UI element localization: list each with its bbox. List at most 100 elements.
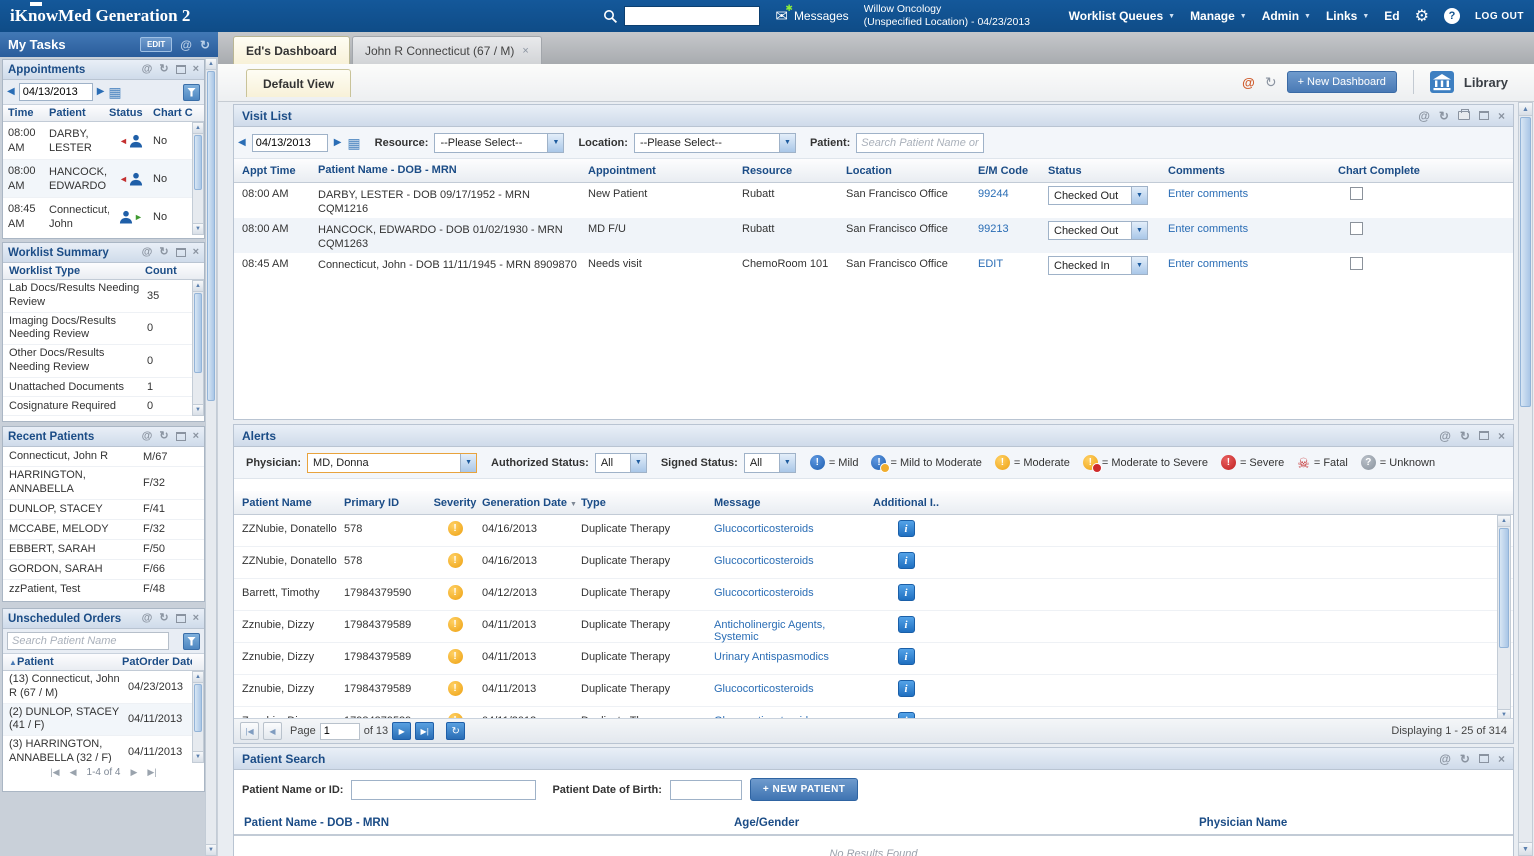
tab-dashboard[interactable]: Ed's Dashboard: [233, 36, 350, 64]
library-label[interactable]: Library: [1464, 75, 1508, 90]
col-message[interactable]: Message: [714, 497, 871, 509]
alert-message-link[interactable]: Glucocorticosteroids: [714, 515, 871, 535]
unscheduled-row[interactable]: (2) DUNLOP, STACEY (41 / F)04/11/2013: [3, 704, 204, 737]
user-menu[interactable]: Ed: [1384, 9, 1399, 23]
refresh-icon[interactable]: ↻: [1460, 753, 1470, 765]
popout-icon[interactable]: @: [1439, 753, 1451, 765]
maximize-icon[interactable]: [176, 65, 186, 74]
col-patient-name-dob-mrn[interactable]: Patient Name - DOB - MRN: [234, 817, 734, 829]
col-severity[interactable]: Severity: [428, 497, 482, 509]
worklist-row[interactable]: Lab Docs/Results Needing Review35: [3, 280, 204, 313]
visit-status-select[interactable]: Checked Out▼: [1048, 186, 1148, 205]
unscheduled-search-input[interactable]: [7, 632, 169, 650]
maximize-icon[interactable]: [1479, 431, 1489, 440]
location-select[interactable]: --Please Select--▼: [634, 133, 796, 153]
next-day-icon[interactable]: ▶: [334, 138, 342, 148]
maximize-icon[interactable]: [1479, 111, 1489, 120]
close-icon[interactable]: ×: [193, 431, 199, 442]
maximize-icon[interactable]: [176, 614, 186, 623]
close-icon[interactable]: ×: [193, 613, 199, 624]
refresh-icon[interactable]: ↻: [159, 431, 168, 442]
col-additional-info[interactable]: Additional I..: [871, 497, 941, 509]
col-status[interactable]: Status: [109, 107, 153, 119]
calendar-icon[interactable]: ▦: [108, 85, 121, 99]
visit-patient-search-input[interactable]: [856, 133, 984, 153]
scroll-up-icon[interactable]: ▲: [206, 59, 216, 70]
close-icon[interactable]: ×: [193, 247, 199, 258]
alert-row[interactable]: Barrett, Timothy17984379590 ! 04/12/2013…: [234, 579, 1513, 611]
filter-icon[interactable]: [183, 633, 200, 650]
scroll-down-icon[interactable]: ▼: [193, 404, 203, 415]
new-patient-button[interactable]: + NEW PATIENT: [750, 778, 859, 801]
resource-select[interactable]: --Please Select--▼: [434, 133, 564, 153]
additional-info-button[interactable]: i: [898, 552, 915, 569]
maximize-icon[interactable]: [1479, 754, 1489, 763]
alert-message-link[interactable]: Urinary Antispasmodics: [714, 643, 871, 663]
tab-patient[interactable]: John R Connecticut (67 / M)×: [352, 36, 542, 64]
col-primary-id[interactable]: Primary ID: [344, 497, 428, 509]
scroll-up-icon[interactable]: ▲: [193, 123, 203, 134]
col-location[interactable]: Location: [846, 165, 978, 177]
refresh-icon[interactable]: ↻: [159, 247, 168, 258]
worklist-scrollbar[interactable]: ▲ ▼: [192, 280, 204, 416]
next-page-icon[interactable]: ▶: [130, 767, 137, 778]
popout-icon[interactable]: @: [142, 247, 153, 258]
prev-page-button[interactable]: ◀: [263, 722, 282, 740]
scroll-down-icon[interactable]: ▼: [206, 844, 216, 855]
first-page-icon[interactable]: |◀: [50, 767, 59, 778]
authorized-status-select[interactable]: All▼: [595, 453, 647, 473]
refresh-icon[interactable]: ↻: [200, 38, 210, 52]
recent-patient-row[interactable]: HARRINGTON, ANNABELLAF/32: [3, 467, 204, 500]
prev-page-icon[interactable]: ◀: [70, 767, 77, 778]
close-icon[interactable]: ×: [1498, 753, 1505, 765]
alerts-scrollbar[interactable]: ▲ ▼: [1497, 515, 1511, 721]
chart-complete-checkbox[interactable]: [1350, 257, 1363, 270]
col-appointment[interactable]: Appointment: [588, 165, 742, 177]
worklist-row[interactable]: Other Docs/Results Needing Review0: [3, 345, 204, 378]
col-appt-time[interactable]: Appt Time: [234, 165, 318, 177]
next-day-icon[interactable]: ▶: [97, 87, 105, 97]
popout-icon[interactable]: @: [1439, 430, 1451, 442]
help-icon[interactable]: ?: [1444, 8, 1460, 24]
scroll-up-icon[interactable]: ▲: [193, 281, 203, 292]
maximize-icon[interactable]: [176, 432, 186, 441]
col-patient[interactable]: Patient: [49, 107, 109, 119]
last-page-button[interactable]: ▶|: [415, 722, 434, 740]
last-page-icon[interactable]: ▶|: [147, 767, 156, 778]
additional-info-button[interactable]: i: [898, 680, 915, 697]
worklist-row[interactable]: Imaging Docs/Results Needing Review0: [3, 313, 204, 346]
recent-patient-row[interactable]: DUNLOP, STACEYF/41: [3, 500, 204, 520]
unscheduled-scrollbar[interactable]: ▲ ▼: [192, 671, 204, 763]
col-patient-name[interactable]: Patient Name: [234, 497, 344, 509]
enter-comments-link[interactable]: Enter comments: [1168, 253, 1338, 270]
new-dashboard-button[interactable]: + New Dashboard: [1287, 71, 1397, 93]
additional-info-button[interactable]: i: [898, 584, 915, 601]
col-age-gender[interactable]: Age/Gender: [734, 817, 1199, 829]
col-type[interactable]: Type: [581, 497, 714, 509]
physician-select[interactable]: MD, Donna▼: [307, 453, 477, 473]
col-patient[interactable]: Patient: [17, 656, 122, 668]
col-status[interactable]: Status: [1048, 165, 1168, 177]
page-number-input[interactable]: [320, 723, 360, 740]
worklist-row[interactable]: Unattached Documents1: [3, 378, 204, 397]
maximize-icon[interactable]: [176, 248, 186, 257]
recent-patient-row[interactable]: MCCABE, MELODYF/32: [3, 520, 204, 540]
refresh-page-button[interactable]: ↻: [446, 722, 465, 740]
additional-info-button[interactable]: i: [898, 616, 915, 633]
menu-manage[interactable]: Manage▼: [1190, 9, 1247, 23]
settings-gear-icon[interactable]: ⚙: [1415, 6, 1429, 26]
col-count[interactable]: Count: [145, 265, 189, 277]
alert-message-link[interactable]: Glucocorticosteroids: [714, 547, 871, 567]
popout-icon[interactable]: @: [1418, 110, 1430, 122]
library-icon[interactable]: [1430, 71, 1454, 93]
chart-complete-checkbox[interactable]: [1350, 187, 1363, 200]
visit-row[interactable]: 08:45 AM Connecticut, John - DOB 11/11/1…: [234, 253, 1513, 288]
appointments-date-input[interactable]: [19, 83, 93, 101]
scroll-thumb[interactable]: [1520, 117, 1531, 407]
refresh-icon[interactable]: ↻: [159, 613, 168, 624]
appointment-row[interactable]: 08:00 AM DARBY, LESTER ◄ No: [3, 122, 204, 160]
col-patorder-date[interactable]: PatOrder Date: [122, 656, 192, 668]
scroll-up-icon[interactable]: ▲: [1498, 516, 1510, 527]
col-chart[interactable]: Chart Co: [153, 107, 193, 119]
scroll-up-icon[interactable]: ▲: [1519, 103, 1532, 116]
